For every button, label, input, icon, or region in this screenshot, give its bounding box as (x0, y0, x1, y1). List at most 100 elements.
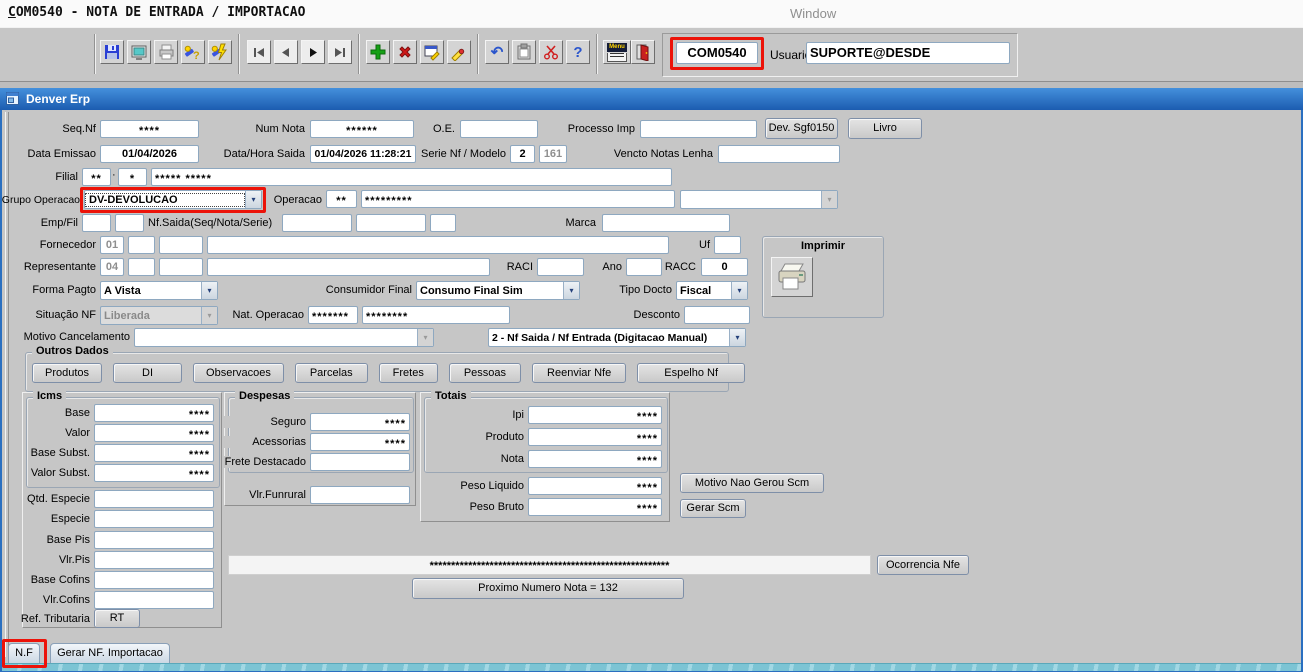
edit-record-button[interactable] (420, 40, 444, 64)
peso-bruto-field[interactable]: **** (528, 498, 662, 516)
icms-valor-subst-field[interactable]: **** (94, 464, 214, 482)
last-record-button[interactable] (328, 40, 352, 64)
vlr-funrural-field[interactable] (310, 486, 410, 504)
tab-gerar-nf-importacao[interactable]: Gerar NF. Importacao (50, 643, 170, 663)
data-hora-saida-field[interactable]: 01/04/2026 11:28:21 (310, 145, 416, 163)
fretes-button[interactable]: Fretes (379, 363, 438, 383)
ipi-label: Ipi (430, 409, 524, 421)
representante-fil-field[interactable] (128, 258, 155, 276)
data-emissao-field[interactable]: 01/04/2026 (100, 145, 199, 163)
racc-field[interactable]: 0 (701, 258, 748, 276)
serie-nf-field[interactable]: 2 (510, 145, 535, 163)
seguro-field[interactable]: **** (310, 413, 410, 431)
nf-saida-serie-field[interactable] (430, 214, 456, 232)
list-of-values-button[interactable] (447, 40, 471, 64)
execute-query-button[interactable] (208, 40, 232, 64)
enter-query-button[interactable]: ? (181, 40, 205, 64)
denver-erp-titlebar[interactable]: Denver Erp (0, 88, 1303, 110)
ipi-field[interactable]: **** (528, 406, 662, 424)
acessorias-field[interactable]: **** (310, 433, 410, 451)
observacoes-button[interactable]: Observacoes (193, 363, 284, 383)
fornecedor-codigo-field[interactable] (159, 236, 203, 254)
icms-base-subst-field[interactable]: **** (94, 444, 214, 462)
exit-button[interactable] (631, 40, 655, 64)
nat-operacao-descricao-field[interactable]: ******** (362, 306, 510, 324)
forma-pagto-select[interactable]: A Vista ▾ (100, 281, 218, 300)
tipo-docto-select[interactable]: Fiscal ▾ (676, 281, 748, 300)
livro-button[interactable]: Livro (848, 118, 922, 139)
operacao-codigo-field[interactable]: ** (326, 190, 357, 208)
parcelas-button[interactable]: Parcelas (295, 363, 368, 383)
peso-liquido-field[interactable]: **** (528, 477, 662, 495)
ano-field[interactable] (626, 258, 662, 276)
vlr-cofins-field[interactable] (94, 591, 214, 609)
raci-field[interactable] (537, 258, 584, 276)
fil-field[interactable] (115, 214, 144, 232)
base-cofins-field[interactable] (94, 571, 214, 589)
marca-field[interactable] (602, 214, 730, 232)
icms-title: Icms (33, 390, 66, 402)
print-button[interactable] (154, 40, 178, 64)
nota-field[interactable]: **** (528, 450, 662, 468)
grupo-operacao-select[interactable]: DV-DEVOLUCAO ▾ (84, 190, 262, 209)
filial-emp-field[interactable]: ** (82, 168, 111, 186)
representante-nome-field[interactable] (207, 258, 490, 276)
di-button[interactable]: DI (113, 363, 182, 383)
desconto-field[interactable] (684, 306, 750, 324)
insert-record-button[interactable] (366, 40, 390, 64)
gerar-scm-button[interactable]: Gerar Scm (680, 499, 746, 518)
menu-window[interactable]: Window (790, 6, 836, 21)
icms-base-field[interactable]: **** (94, 404, 214, 422)
nf-saida-seq-field[interactable] (282, 214, 352, 232)
fornecedor-nome-field[interactable] (207, 236, 669, 254)
next-record-button[interactable] (301, 40, 325, 64)
ocorrencia-nfe-button[interactable]: Ocorrencia Nfe (877, 555, 969, 575)
emp-field[interactable] (82, 214, 111, 232)
save-button[interactable] (100, 40, 124, 64)
oe-label: O.E. (398, 123, 455, 135)
nat-operacao-codigo-field[interactable]: ******* (308, 306, 358, 324)
tipo-entrada-select[interactable]: 2 - Nf Saida / Nf Entrada (Digitacao Man… (488, 328, 746, 347)
vlr-pis-field[interactable] (94, 551, 214, 569)
produto-field[interactable]: **** (528, 428, 662, 446)
dev-sgf0150-button[interactable]: Dev. Sgf0150 (765, 118, 838, 139)
motivo-nao-gerou-scm-button[interactable]: Motivo Nao Gerou Scm (680, 473, 824, 493)
proximo-numero-nota-button[interactable]: Proximo Numero Nota = 132 (412, 578, 684, 599)
reenviar-nfe-button[interactable]: Reenviar Nfe (532, 363, 626, 383)
menu-button[interactable]: Menu (603, 40, 631, 64)
vencto-notas-lenha-field[interactable] (718, 145, 840, 163)
produtos-button[interactable]: Produtos (32, 363, 102, 383)
oe-field[interactable] (460, 120, 538, 138)
uf-field[interactable] (714, 236, 741, 254)
nf-saida-nota-field[interactable] (356, 214, 426, 232)
filial-nome-field[interactable]: ***** ***** (151, 168, 672, 186)
frete-destacado-field[interactable] (310, 453, 410, 471)
consumidor-final-select[interactable]: Consumo Final Sim ▾ (416, 281, 580, 300)
undo-button[interactable]: ↶ (485, 40, 509, 64)
display-button[interactable] (127, 40, 151, 64)
delete-record-button[interactable] (393, 40, 417, 64)
usuario-input[interactable]: SUPORTE@DESDE (806, 42, 1010, 64)
especie-field[interactable] (94, 510, 214, 528)
fornecedor-fil-field[interactable] (128, 236, 155, 254)
previous-record-button[interactable] (274, 40, 298, 64)
cut-record-button[interactable] (539, 40, 563, 64)
filial-fil-field[interactable]: * (118, 168, 147, 186)
representante-codigo-field[interactable] (159, 258, 203, 276)
vlr-pis-label: Vlr.Pis (10, 554, 90, 566)
espelho-nf-button[interactable]: Espelho Nf (637, 363, 745, 383)
rt-button[interactable]: RT (94, 609, 140, 628)
pessoas-button[interactable]: Pessoas (449, 363, 521, 383)
clipboard-button[interactable] (512, 40, 536, 64)
icms-valor-field[interactable]: **** (94, 424, 214, 442)
help-button[interactable]: ? (566, 40, 590, 64)
processo-imp-field[interactable] (640, 120, 757, 138)
qtd-especie-field[interactable] (94, 490, 214, 508)
module-code-field: COM0540 (676, 42, 758, 64)
seq-nf-field[interactable]: **** (100, 120, 199, 138)
operacao-descricao-field[interactable]: ********* (361, 190, 675, 208)
imprimir-button[interactable] (771, 257, 813, 297)
first-record-button[interactable] (247, 40, 271, 64)
forma-pagto-value: A Vista (101, 285, 201, 297)
base-pis-field[interactable] (94, 531, 214, 549)
